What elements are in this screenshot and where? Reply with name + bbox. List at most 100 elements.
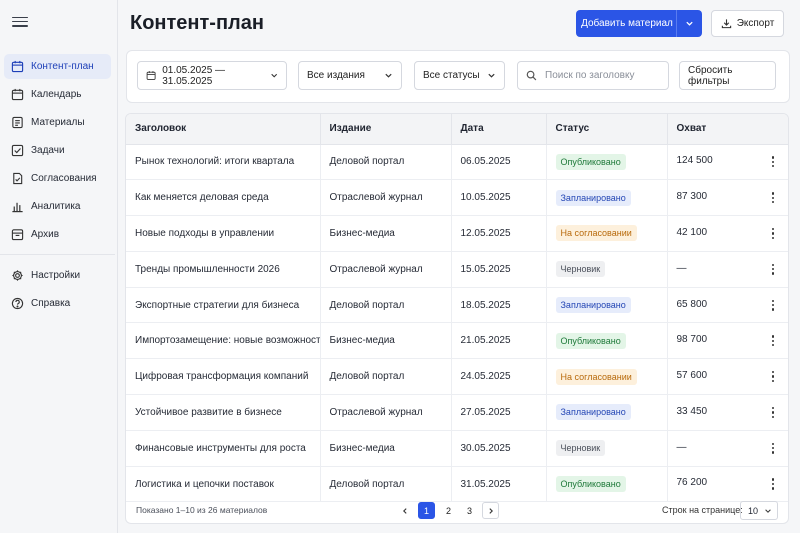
cell-date: 18.05.2025 [451,287,547,324]
page-title: Контент-план [130,12,264,34]
cell-status: Черновик [546,251,668,288]
more-actions-icon[interactable] [768,477,778,490]
cell-publication: Отраслевой журнал [320,394,452,431]
cell-reach: — [667,251,788,288]
export-label: Экспорт [736,18,775,29]
cell-publication: Бизнес-медиа [320,430,452,467]
sidebar-item-analytics[interactable]: Аналитика [4,194,111,219]
cell-title: Цифровая трансформация компаний [126,358,321,396]
sidebar-item-label: Задачи [31,145,65,156]
download-icon [721,19,731,29]
more-actions-icon[interactable] [768,406,778,419]
cell-publication: Бизнес-медиа [320,322,452,360]
cell-date: 06.05.2025 [451,144,547,181]
status-value: Все статусы [423,70,480,81]
cell-title: Финансовые инструменты для роста [126,430,321,467]
table-row[interactable]: Импортозамещение: новые возможности Бизне… [126,322,788,360]
column-header-date[interactable]: Дата [451,114,547,145]
menu-icon[interactable] [12,14,28,30]
sidebar-item-tasks[interactable]: Задачи [4,138,111,163]
cell-title: Новые подходы в управлении [126,215,321,252]
gear-icon [11,269,24,282]
more-actions-icon[interactable] [768,334,778,347]
cell-title: Устойчивое развитие в бизнесе [126,394,321,431]
cell-publication: Деловой портал [320,287,452,324]
page-button-2[interactable]: 2 [440,502,457,519]
cell-reach: 87 300 [667,179,788,217]
page-button-1[interactable]: 1 [418,502,435,519]
reach-value: 87 300 [676,191,708,203]
table-row[interactable]: Цифровая трансформация компаний Деловой п… [126,358,788,396]
reach-value: 76 200 [676,477,708,489]
sidebar-item-calendar[interactable]: Календарь [4,82,111,107]
sidebar-item-label: Справка [31,298,71,309]
reset-filters-label: Сбросить фильтры [688,64,733,87]
next-page-button[interactable] [482,502,499,519]
more-actions-icon[interactable] [768,155,778,168]
table-row[interactable]: Устойчивое развитие в бизнесе Отраслевой … [126,394,788,431]
rows-per-page-label: Строк на странице: [662,505,743,515]
column-header-reach[interactable]: Охват [667,114,788,145]
checkbox-icon [11,144,24,157]
cell-status: Запланировано [546,394,668,431]
table-row[interactable]: Как меняется деловая среда Отраслевой жур… [126,179,788,217]
status-badge: Запланировано [555,404,631,421]
chevron-down-icon [270,73,277,78]
column-header-title[interactable]: Заголовок [126,114,321,145]
more-actions-icon[interactable] [768,263,778,276]
table-row[interactable]: Рынок технологий: итоги квартала Деловой … [126,144,788,181]
reach-value: 33 450 [676,405,708,417]
sidebar-item-archive[interactable]: Архив [4,222,111,247]
cell-reach: 33 450 [667,394,788,431]
sidebar-item-settings[interactable]: Настройки [4,263,111,288]
table-row[interactable]: Финансовые инструменты для роста Бизнес-м… [126,430,788,467]
help-icon [11,297,24,310]
add-material-label: Добавить материал [581,18,673,29]
sidebar-item-label: Архив [31,229,60,240]
reset-filters-button[interactable]: Сбросить фильтры [679,61,776,90]
sidebar-item-materials[interactable]: Материалы [4,110,111,135]
add-material-button[interactable]: Добавить материал [576,10,702,37]
more-actions-icon[interactable] [768,370,778,383]
cell-title: Как меняется деловая среда [126,179,321,217]
chevron-down-icon[interactable] [676,10,702,37]
cell-status: На согласовании [546,215,668,252]
search-placeholder: Поиск по заголовку [545,70,635,81]
column-header-publication[interactable]: Издание [320,114,452,145]
rows-per-page-select[interactable]: 10 [740,501,778,520]
sidebar-item-help[interactable]: Справка [4,291,111,316]
cell-date: 24.05.2025 [451,358,547,396]
publication-select[interactable]: Все издания [298,61,402,90]
sidebar-item-approvals[interactable]: Согласования [4,166,111,191]
cell-publication: Отраслевой журнал [320,179,452,217]
cell-status: Запланировано [546,287,668,324]
export-button[interactable]: Экспорт [711,10,784,37]
table-row[interactable]: Новые подходы в управлении Бизнес-медиа 12… [126,215,788,252]
cell-status: На согласовании [546,358,668,396]
reach-value: 42 100 [676,226,708,238]
cell-title: Тренды промышленности 2026 [126,251,321,288]
table-row[interactable]: Тренды промышленности 2026 Отраслевой жур… [126,251,788,288]
cell-date: 21.05.2025 [451,322,547,360]
status-badge: На согласовании [555,368,637,385]
page-button-3[interactable]: 3 [461,502,478,519]
status-badge: Черновик [555,440,606,457]
calendar-icon [146,71,156,80]
status-select[interactable]: Все статусы [414,61,505,90]
search-input[interactable]: Поиск по заголовку [517,61,669,90]
prev-page-button[interactable] [396,502,413,519]
chevron-down-icon [488,73,495,78]
more-actions-icon[interactable] [768,299,778,312]
cell-reach: 57 600 [667,358,788,396]
reach-value: 65 800 [676,298,708,310]
more-actions-icon[interactable] [768,442,778,455]
more-actions-icon[interactable] [768,227,778,240]
table-row[interactable]: Экспортные стратегии для бизнеса Деловой … [126,287,788,324]
chevron-down-icon [765,508,771,513]
more-actions-icon[interactable] [768,191,778,204]
date-range-picker[interactable]: 01.05.2025 — 31.05.2025 [137,61,287,90]
cell-status: Опубликовано [546,144,668,181]
sidebar-item-content-plan[interactable]: Контент-план [4,54,111,79]
cell-status: Опубликовано [546,322,668,360]
column-header-status[interactable]: Статус [546,114,668,145]
